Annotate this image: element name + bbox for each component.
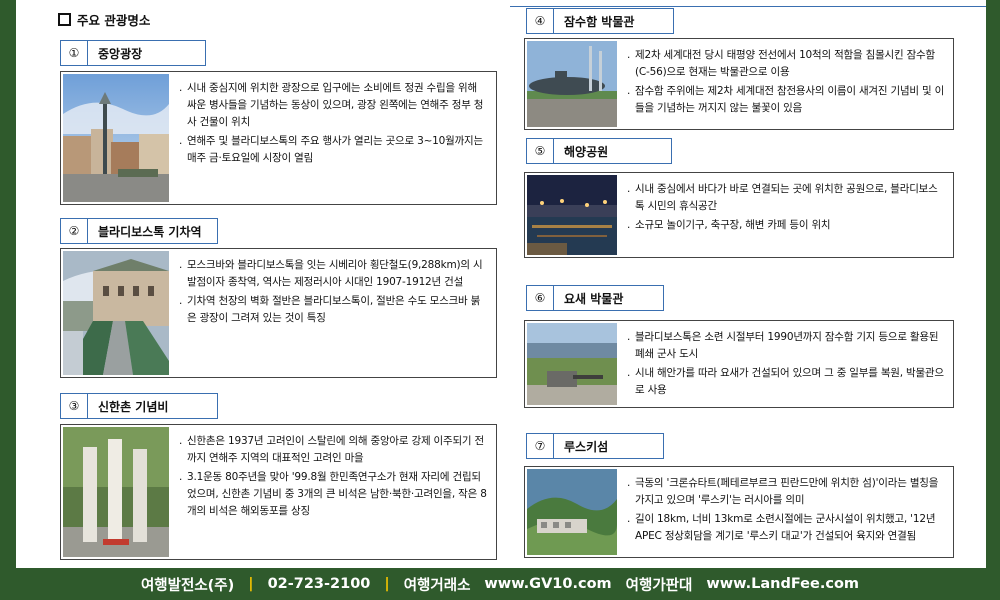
item-card-5: . 시내 중심에서 바다가 바로 연결되는 곳에 위치한 공원으로, 블라디보스톡… — [524, 172, 954, 258]
item-name: 블라디보스톡 기차역 — [88, 218, 218, 244]
bullet-item: . 소규모 놀이기구, 축구장, 해변 카페 등이 위치 — [627, 217, 945, 234]
item-card-3: . 신한촌은 1937년 고려인이 스탈린에 의해 중앙아로 강제 이주되기 전까… — [60, 424, 497, 560]
railway-station-photo — [63, 251, 169, 375]
item-card-2: . 모스크바와 블라디보스톡을 잇는 시베리아 횡단철도(9,288km)의 시발… — [60, 248, 497, 378]
item-description: . 극동의 '크론슈타트(페테르부르크 핀란드만에 위치한 섬)'이라는 별칭을 … — [619, 467, 953, 557]
item-description: . 모스크바와 블라디보스톡을 잇는 시베리아 횡단철도(9,288km)의 시발… — [171, 249, 496, 377]
bullet-text: 기차역 천장의 벽화 절반은 블라디보스톡이, 절반은 수도 모스크바 붉은 광… — [187, 295, 481, 324]
item-number: ⑦ — [526, 433, 554, 459]
section-title: 주요 관광명소 — [77, 13, 151, 28]
footer-separator: | — [248, 576, 254, 592]
footer-url-2[interactable]: www.LandFee.com — [706, 576, 859, 592]
bullet-text: 극동의 '크론슈타트(페테르부르크 핀란드만에 위치한 섬)'이라는 별칭을 가… — [635, 477, 939, 506]
item-header-2: ② 블라디보스톡 기차역 — [60, 218, 218, 244]
item-number: ⑤ — [526, 138, 554, 164]
item-name: 요새 박물관 — [554, 285, 664, 311]
item-header-5: ⑤ 해양공원 — [526, 138, 672, 164]
bullet-text: 블라디보스톡은 소련 시절부터 1990년까지 잠수함 기지 등으로 활용된 폐… — [635, 331, 939, 360]
item-card-4: . 제2차 세계대전 당시 태평양 전선에서 10척의 적함을 침몰시킨 잠수함(… — [524, 38, 954, 130]
bullet-text: 시내 중심에서 바다가 바로 연결되는 곳에 위치한 공원으로, 블라디보스톡 … — [635, 183, 938, 212]
bullet-item: . 모스크바와 블라디보스톡을 잇는 시베리아 횡단철도(9,288km)의 시발… — [179, 257, 488, 291]
bullet-text: 시내 중심지에 위치한 광장으로 입구에는 소비에트 정권 수립을 위해 싸운 … — [187, 82, 484, 128]
item-name: 해양공원 — [554, 138, 672, 164]
bullet-text: 제2차 세계대전 당시 태평양 전선에서 10척의 적함을 침몰시킨 잠수함(C… — [635, 49, 935, 78]
item-name: 중앙광장 — [88, 40, 206, 66]
item-header-3: ③ 신한촌 기념비 — [60, 393, 218, 419]
russky-island-photo — [527, 469, 617, 555]
bullet-text: 연해주 및 블라디보스톡의 주요 행사가 열리는 곳으로 3~10월까지는 매주… — [187, 135, 483, 164]
bullet-item: . 제2차 세계대전 당시 태평양 전선에서 10척의 적함을 침몰시킨 잠수함(… — [627, 47, 945, 81]
item-card-7: . 극동의 '크론슈타트(페테르부르크 핀란드만에 위치한 섬)'이라는 별칭을 … — [524, 466, 954, 558]
item-header-1: ① 중앙광장 — [60, 40, 206, 66]
bullet-item: . 시내 중심에서 바다가 바로 연결되는 곳에 위치한 공원으로, 블라디보스톡… — [627, 181, 945, 215]
footer-separator: | — [384, 576, 390, 592]
bullet-item: . 잠수함 주위에는 제2차 세계대전 참전용사의 이름이 새겨진 기념비 및 이… — [627, 83, 945, 117]
item-name: 잠수함 박물관 — [554, 8, 674, 34]
bullet-item: . 극동의 '크론슈타트(페테르부르크 핀란드만에 위치한 섬)'이라는 별칭을 … — [627, 475, 945, 509]
footer-label-1: 여행거래소 — [403, 577, 471, 594]
footer-url-1[interactable]: www.GV10.com — [484, 576, 611, 592]
checkbox-icon — [58, 13, 71, 26]
bullet-item: . 연해주 및 블라디보스톡의 주요 행사가 열리는 곳으로 3~10월까지는 매… — [179, 133, 488, 167]
bullet-text: 잠수함 주위에는 제2차 세계대전 참전용사의 이름이 새겨진 기념비 및 이들… — [635, 85, 945, 114]
item-number: ② — [60, 218, 88, 244]
item-name: 루스키섬 — [554, 433, 664, 459]
bullet-text: 신한촌은 1937년 고려인이 스탈린에 의해 중앙아로 강제 이주되기 전까지… — [187, 435, 484, 464]
section-heading: 주요 관광명소 — [58, 10, 150, 29]
item-description: . 블라디보스톡은 소련 시절부터 1990년까지 잠수함 기지 등으로 활용된 … — [619, 321, 953, 407]
central-square-photo — [63, 74, 169, 202]
bullet-text: 모스크바와 블라디보스톡을 잇는 시베리아 횡단철도(9,288km)의 시발점… — [187, 259, 483, 288]
marine-park-photo — [527, 175, 617, 255]
phone-number: 02-723-2100 — [267, 576, 371, 592]
bullet-item: . 길이 18km, 너비 13km로 소련시절에는 군사시설이 위치했고, '1… — [627, 511, 945, 545]
item-header-4: ④ 잠수함 박물관 — [526, 8, 674, 34]
item-header-6: ⑥ 요새 박물관 — [526, 285, 664, 311]
fortress-museum-photo — [527, 323, 617, 405]
bullet-text: 3.1운동 80주년을 맞아 '99.8월 한민족연구소가 현재 자리에 건립되… — [187, 471, 487, 517]
bullet-item: . 기차역 천장의 벽화 절반은 블라디보스톡이, 절반은 수도 모스크바 붉은 … — [179, 293, 488, 327]
item-description: . 시내 중심에서 바다가 바로 연결되는 곳에 위치한 공원으로, 블라디보스톡… — [619, 173, 953, 257]
bullet-item: . 시내 해안가를 따라 요새가 건설되어 있으며 그 중 일부를 복원, 박물관… — [627, 365, 945, 399]
bullet-item: . 시내 중심지에 위치한 광장으로 입구에는 소비에트 정권 수립을 위해 싸운… — [179, 80, 488, 131]
bullet-text: 시내 해안가를 따라 요새가 건설되어 있으며 그 중 일부를 복원, 박물관으… — [635, 367, 944, 396]
memorial-photo — [63, 427, 169, 557]
item-description: . 시내 중심지에 위치한 광장으로 입구에는 소비에트 정권 수립을 위해 싸운… — [171, 72, 496, 204]
divider-line — [510, 6, 986, 7]
company-name: 여행발전소(주) — [140, 577, 235, 594]
item-description: . 제2차 세계대전 당시 태평양 전선에서 10척의 적함을 침몰시킨 잠수함(… — [619, 39, 953, 129]
footer-label-2: 여행가판대 — [625, 577, 693, 594]
submarine-photo — [527, 41, 617, 127]
item-number: ③ — [60, 393, 88, 419]
item-number: ④ — [526, 8, 554, 34]
item-card-6: . 블라디보스톡은 소련 시절부터 1990년까지 잠수함 기지 등으로 활용된 … — [524, 320, 954, 408]
item-name: 신한촌 기념비 — [88, 393, 218, 419]
footer-bar: 여행발전소(주) | 02-723-2100 | 여행거래소 www.GV10.… — [0, 568, 1000, 600]
item-number: ⑥ — [526, 285, 554, 311]
bullet-item: . 신한촌은 1937년 고려인이 스탈린에 의해 중앙아로 강제 이주되기 전까… — [179, 433, 488, 467]
item-card-1: . 시내 중심지에 위치한 광장으로 입구에는 소비에트 정권 수립을 위해 싸운… — [60, 71, 497, 205]
bullet-item: . 블라디보스톡은 소련 시절부터 1990년까지 잠수함 기지 등으로 활용된 … — [627, 329, 945, 363]
item-number: ① — [60, 40, 88, 66]
item-description: . 신한촌은 1937년 고려인이 스탈린에 의해 중앙아로 강제 이주되기 전까… — [171, 425, 496, 559]
bullet-text: 소규모 놀이기구, 축구장, 해변 카페 등이 위치 — [635, 219, 831, 231]
bullet-item: . 3.1운동 80주년을 맞아 '99.8월 한민족연구소가 현재 자리에 건립… — [179, 469, 488, 520]
bullet-text: 길이 18km, 너비 13km로 소련시절에는 군사시설이 위치했고, '12… — [635, 513, 936, 542]
item-header-7: ⑦ 루스키섬 — [526, 433, 664, 459]
